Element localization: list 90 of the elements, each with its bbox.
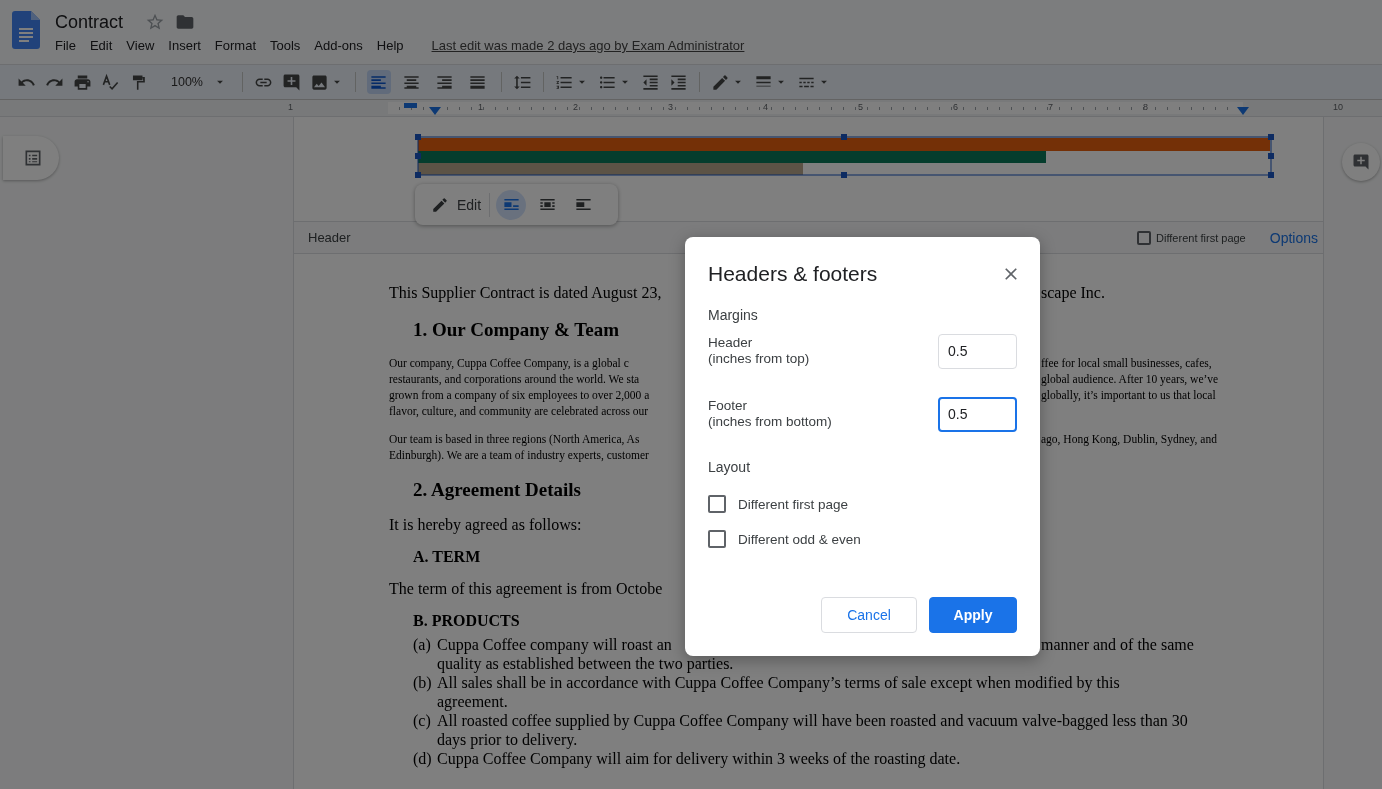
body-text: globally, it’s important to us that local xyxy=(1041,388,1216,403)
checkbox-label[interactable]: Different first page xyxy=(738,496,849,512)
menu-item[interactable]: Format xyxy=(207,38,263,53)
body-text: All roasted coffee supplied by Cuppa Coffee Company will have been roasted and vacuum valve-bagged less than 30 xyxy=(437,711,1188,730)
ruler-number: 2 xyxy=(573,101,578,113)
menu-item[interactable]: Help xyxy=(369,38,411,53)
menu-item[interactable]: Tools xyxy=(263,38,308,53)
body-text: All sales shall be in accordance with Cuppa Coffee Company’s terms of sale except when modified by this xyxy=(437,673,1120,692)
ruler-number: 6 xyxy=(953,101,958,113)
body-text: ffee for local small businesses, cafes, xyxy=(1041,356,1212,371)
body-text: Edinburgh). We are a team of industry experts, customer xyxy=(389,448,649,463)
print-icon[interactable] xyxy=(73,72,92,92)
spellcheck-icon[interactable] xyxy=(101,72,120,92)
menu-item[interactable]: File xyxy=(55,38,83,53)
section-heading: Layout xyxy=(708,459,752,475)
body-text: restaurants, and corporations around the world. We sta xyxy=(389,373,640,385)
body-text: Cuppa Coffee Company will aim for delivery within 3 weeks of the roasting date. xyxy=(437,749,961,768)
document-title[interactable]: Contract xyxy=(55,11,124,33)
menu-item[interactable]: Add-ons xyxy=(307,38,370,53)
decrease-indent-icon[interactable] xyxy=(641,72,660,92)
pencil-icon xyxy=(431,195,449,214)
apply-button[interactable]: Apply xyxy=(929,597,1017,633)
body-text: agreement. xyxy=(437,692,508,711)
section-heading: 1. Our Company & Team xyxy=(413,318,620,342)
indent-marker-icon[interactable] xyxy=(429,107,441,115)
document-outline-button[interactable] xyxy=(3,136,59,180)
ruler-number: 7 xyxy=(1048,101,1053,113)
indent-marker-icon[interactable] xyxy=(1237,107,1249,115)
ruler-number: 5 xyxy=(858,101,863,113)
add-comment-button[interactable] xyxy=(1342,143,1380,181)
checkbox[interactable] xyxy=(708,495,726,513)
section-heading: 2. Agreement Details xyxy=(413,478,581,502)
field-hint: (inches from top) xyxy=(708,351,810,367)
ruler-number: 1 xyxy=(288,101,293,113)
subsection-heading: A. TERM xyxy=(413,547,481,567)
outline-icon xyxy=(23,148,43,168)
checkbox-label[interactable]: Different odd & even xyxy=(738,531,861,547)
menu-item[interactable]: View xyxy=(119,38,162,53)
list-marker: (d) xyxy=(413,749,433,768)
body-text: global audience. After 10 years, we’ve xyxy=(1041,372,1219,387)
list-marker: (b) xyxy=(413,673,433,694)
indent-marker-icon[interactable] xyxy=(404,103,417,108)
body-text: manner and of the same xyxy=(1041,635,1194,654)
options-link[interactable]: Options xyxy=(1269,229,1318,246)
list-marker: (c) xyxy=(413,711,432,732)
ruler-number: 1 xyxy=(478,101,483,113)
body-text: scape Inc. xyxy=(1041,283,1105,303)
checkbox[interactable] xyxy=(1137,230,1152,245)
docs-logo-icon[interactable] xyxy=(12,11,40,49)
inline-wrap-button[interactable] xyxy=(496,189,527,220)
align-left-button[interactable] xyxy=(367,70,391,94)
body-text: grown from a company of six employees to over 2,000 a xyxy=(389,389,650,401)
body-text: Our team is based in three regions (North America, As xyxy=(389,433,640,445)
body-text: The term of this agreement is from Octobe xyxy=(389,579,663,599)
image-icon[interactable] xyxy=(310,72,329,92)
margin-input-field[interactable]: 0.5 xyxy=(938,396,1017,432)
zoom-dropdown[interactable]: 100% xyxy=(157,75,231,89)
field-label: Header xyxy=(708,335,754,351)
margin-input-field[interactable]: 0.5 xyxy=(938,333,1017,369)
body-text: days prior to delivery. xyxy=(437,730,578,749)
body-text: ago, Hong Kong, Dublin, Sydney, and xyxy=(1041,432,1217,447)
ruler-number: 3 xyxy=(668,101,673,113)
body-text: quality as established between the two parties. xyxy=(437,654,734,673)
ruler-number: 8 xyxy=(1143,101,1148,113)
menu-item[interactable]: Insert xyxy=(161,38,208,53)
subsection-heading: B. PRODUCTS xyxy=(413,611,520,631)
edit-image-button[interactable]: Edit xyxy=(425,192,491,217)
increase-indent-icon[interactable] xyxy=(669,72,688,92)
add-comment-icon xyxy=(1352,153,1370,171)
body-text: This Supplier Contract is dated August 23, xyxy=(389,284,662,301)
checkbox[interactable] xyxy=(708,530,726,548)
header-label: Header xyxy=(308,230,352,245)
cancel-button[interactable]: Cancel xyxy=(821,597,917,633)
checkbox-label[interactable]: Different first page xyxy=(1156,231,1246,244)
list-marker: (a) xyxy=(413,635,432,656)
ruler-number: 4 xyxy=(763,101,768,113)
bars-drawing[interactable] xyxy=(415,134,1275,180)
body-text: Cuppa Coffee company will roast an xyxy=(437,636,672,653)
last-edit-link[interactable]: Last edit was made 2 days ago by Exam Administrator xyxy=(424,38,752,53)
section-heading: Margins xyxy=(708,307,759,323)
field-hint: (inches from bottom) xyxy=(708,414,832,430)
ruler-number: 10 xyxy=(1333,101,1343,113)
body-text: Our company, Cuppa Coffee Company, is a global c xyxy=(389,357,629,369)
field-label: Footer xyxy=(708,398,749,414)
folder-icon[interactable] xyxy=(175,12,196,32)
body-text: flavor, culture, and community are celebrated across our xyxy=(389,404,649,419)
add-comment-icon[interactable] xyxy=(282,72,301,92)
dialog-title: Headers & footers xyxy=(708,262,878,286)
body-text: It is hereby agreed as follows: xyxy=(389,515,582,535)
menu-item[interactable]: Edit xyxy=(82,38,120,53)
